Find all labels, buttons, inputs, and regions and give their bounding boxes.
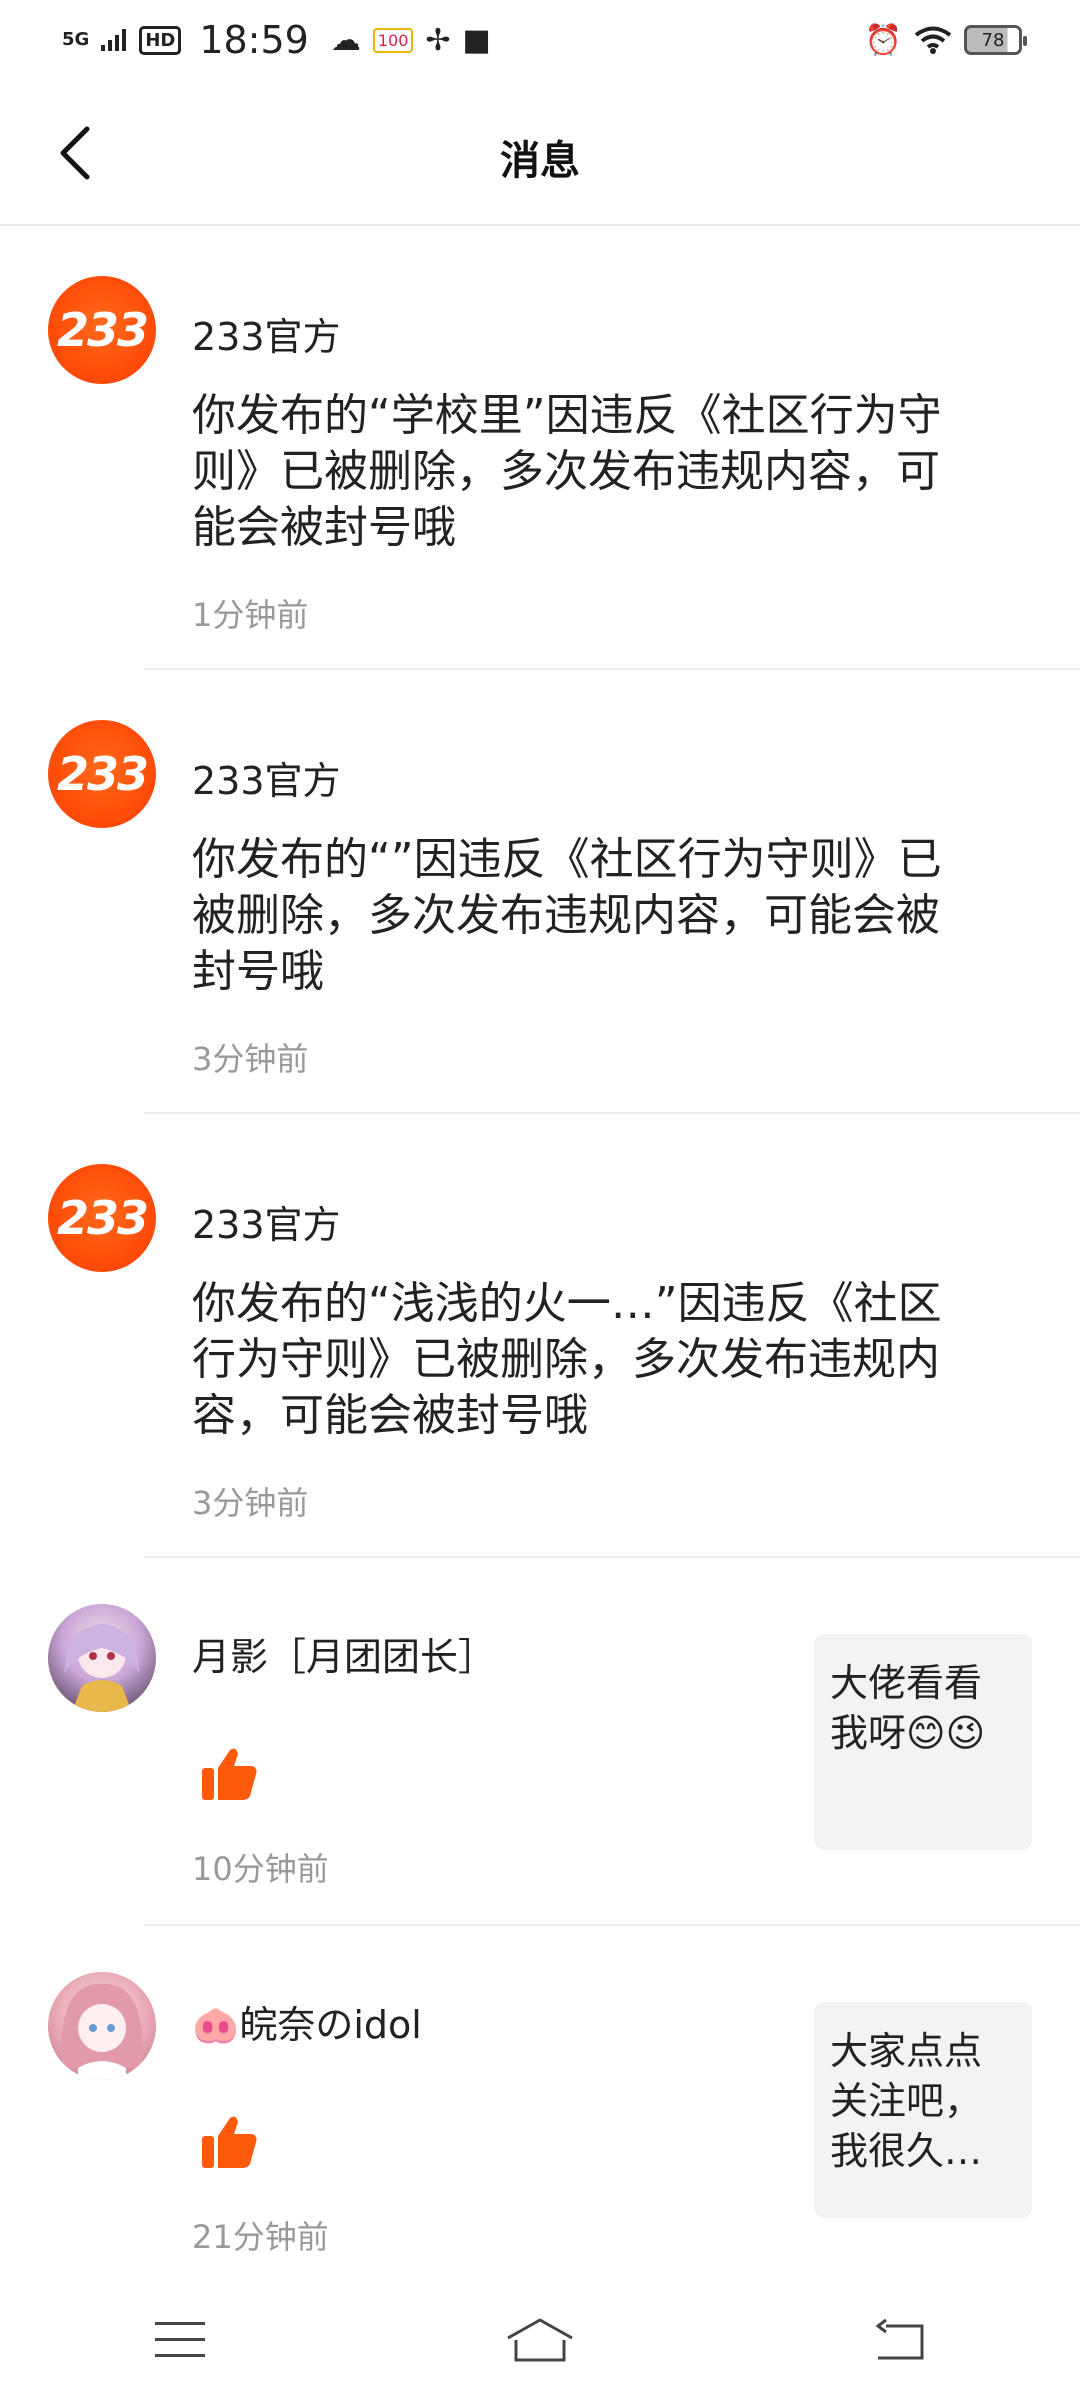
battery-level: 78	[981, 29, 1005, 51]
app-header: 消息	[0, 80, 1080, 226]
post-preview[interactable]: 大佬看看我呀😊😉	[814, 1634, 1032, 1850]
network-indicator: 5G	[62, 29, 90, 50]
post-preview[interactable]: 大家点点关注吧，我很久…	[814, 2002, 1032, 2218]
sender-name: 月影［月团团长］	[192, 1635, 497, 1679]
avatar-text: 233	[56, 747, 149, 801]
user-avatar-image	[62, 1983, 142, 2080]
home-button[interactable]	[480, 2280, 600, 2400]
sender-name: 233官方	[192, 1203, 341, 1247]
list-item[interactable]: 月影［月团团长］ 10分钟前 大佬看看我呀😊😉	[0, 1558, 1080, 1926]
status-right: ⏰ 78	[864, 22, 1027, 58]
clock: 18:59	[199, 18, 309, 62]
back-nav-button[interactable]	[840, 2280, 960, 2400]
message-list: 233 233官方 你发布的“学校里”因违反《社区行为守则》已被删除，多次发布违…	[0, 226, 1080, 2294]
thumbs-up-icon	[202, 1748, 257, 1800]
message-time: 21分钟前	[192, 2218, 329, 2256]
battery-icon: 78	[964, 25, 1027, 55]
post-preview-text: 大家点点关注吧，我很久…	[830, 2029, 983, 2173]
hd-icon: HD	[139, 25, 182, 55]
message-body: 你发布的“浅浅的火一…”因违反《社区行为守则》已被删除，多次发布违规内容，可能会…	[192, 1278, 942, 1441]
thumbs-up-icon	[202, 2116, 257, 2168]
message-time: 10分钟前	[192, 1850, 329, 1888]
app-notification-icon: ■	[462, 22, 491, 58]
avatar[interactable]: 233	[48, 720, 156, 828]
message-time: 3分钟前	[192, 1484, 309, 1522]
menu-icon	[155, 2322, 205, 2357]
avatar[interactable]: 233	[48, 276, 156, 384]
status-left: 5G HD 18:59 ☁ 100 ✢ ■	[62, 18, 491, 62]
message-body: 你发布的“学校里”因违反《社区行为守则》已被删除，多次发布违规内容，可能会被封号…	[192, 390, 942, 553]
list-item[interactable]: 233 233官方 你发布的“学校里”因违反《社区行为守则》已被删除，多次发布违…	[0, 226, 1080, 670]
avatar-text: 233	[56, 1191, 149, 1245]
sender-name: 🐽皖奈のidol	[192, 2003, 422, 2047]
user-avatar-image	[64, 1624, 140, 1712]
message-time: 3分钟前	[192, 1040, 309, 1078]
signal-icon	[101, 29, 127, 51]
avatar-text: 233	[56, 303, 149, 357]
message-time: 1分钟前	[192, 596, 309, 634]
wifi-icon	[914, 26, 952, 54]
avatar[interactable]: 233	[48, 1164, 156, 1272]
status-bar: 5G HD 18:59 ☁ 100 ✢ ■ ⏰ 78	[0, 0, 1080, 80]
alarm-icon: ⏰	[864, 22, 902, 58]
score-badge-icon: 100	[372, 27, 414, 53]
list-item[interactable]: 233 233官方 你发布的“浅浅的火一…”因违反《社区行为守则》已被删除，多次…	[0, 1114, 1080, 1558]
post-preview-text: 大佬看看我呀😊😉	[830, 1661, 986, 1755]
list-item[interactable]: 🐽皖奈のidol 21分钟前 大家点点关注吧，我很久…	[0, 1926, 1080, 2294]
menu-button[interactable]	[120, 2280, 240, 2400]
avatar[interactable]	[48, 1604, 156, 1712]
sender-name: 233官方	[192, 759, 341, 803]
system-nav-bar	[0, 2272, 1080, 2408]
back-arrow-icon	[875, 2318, 924, 2360]
sender-name: 233官方	[192, 315, 341, 359]
page-title: 消息	[500, 138, 580, 184]
fan-icon: ✢	[425, 22, 451, 58]
cloud-icon: ☁	[330, 22, 361, 58]
message-body: 你发布的“”因违反《社区行为守则》已被删除，多次发布违规内容，可能会被封号哦	[192, 834, 942, 997]
avatar[interactable]	[48, 1972, 156, 2080]
list-item[interactable]: 233 233官方 你发布的“”因违反《社区行为守则》已被删除，多次发布违规内容…	[0, 670, 1080, 1114]
home-icon	[507, 2318, 573, 2362]
